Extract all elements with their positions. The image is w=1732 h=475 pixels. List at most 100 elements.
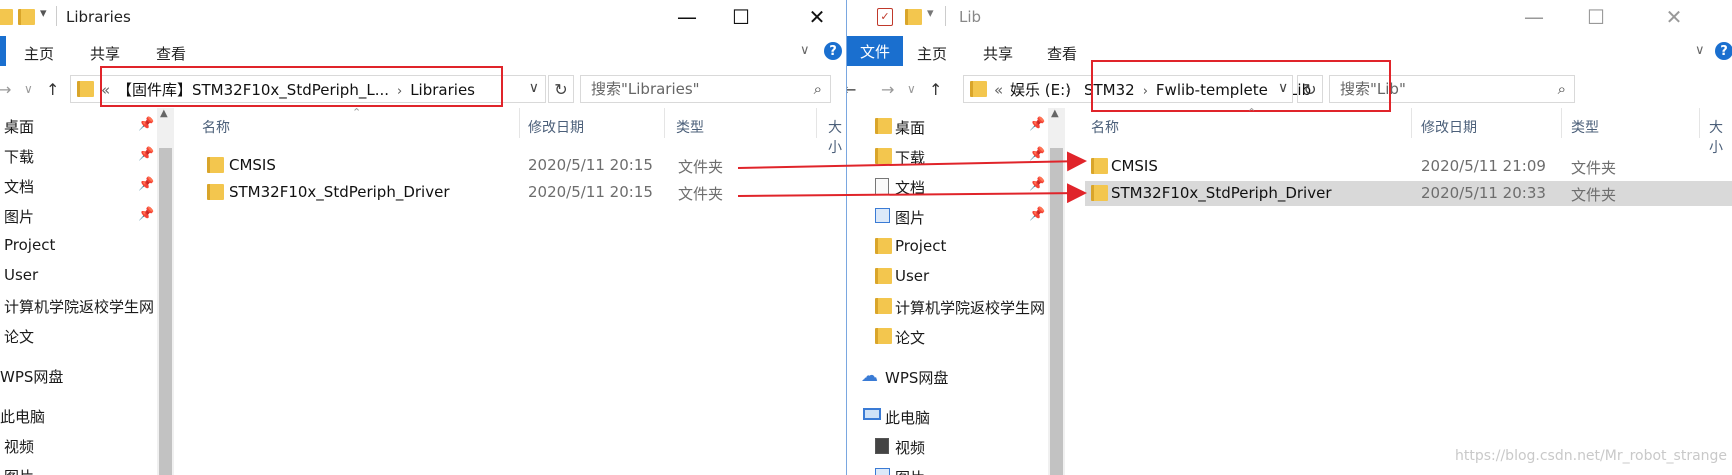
- file-tab-edge[interactable]: [0, 36, 6, 66]
- column-divider[interactable]: [519, 108, 520, 138]
- nav-item-videos[interactable]: 视频: [895, 437, 925, 458]
- file-row[interactable]: CMSIS 2020/5/11 21:09 文件夹: [1085, 154, 1732, 179]
- file-row[interactable]: STM32F10x_StdPeriph_Driver 2020/5/11 20:…: [195, 180, 755, 205]
- right-navigation-pane: 桌面 📌 下载 📌 文档 📌 图片 📌 Project User 计算机学院返校…: [847, 108, 1047, 475]
- col-header-date[interactable]: 修改日期: [1421, 117, 1477, 137]
- breadcrumb-chevron-icon[interactable]: ›: [1066, 76, 1071, 104]
- back-icon[interactable]: ←: [847, 80, 856, 99]
- pin-icon[interactable]: 📌: [1029, 117, 1045, 132]
- refresh-button[interactable]: ↻: [548, 75, 574, 103]
- ribbon-expand-icon[interactable]: ∨: [1695, 43, 1705, 58]
- tab-view[interactable]: 查看: [1047, 43, 1077, 64]
- nav-item-pictures-pc[interactable]: 图片: [4, 466, 34, 475]
- properties-icon[interactable]: ✓: [877, 8, 893, 26]
- nav-item-folder[interactable]: 计算机学院返校学生网: [895, 297, 1045, 318]
- nav-item-pictures[interactable]: 图片: [4, 206, 34, 227]
- nav-item-wps-cloud[interactable]: WPS网盘: [0, 366, 63, 387]
- nav-scrollbar[interactable]: ▲: [1048, 108, 1065, 475]
- address-overflow[interactable]: «: [994, 76, 1003, 104]
- file-row[interactable]: CMSIS 2020/5/11 20:15 文件夹: [195, 153, 755, 178]
- col-header-type[interactable]: 类型: [676, 117, 704, 137]
- recent-dropdown-icon[interactable]: ∨: [24, 82, 33, 96]
- nav-item-pictures[interactable]: 图片: [895, 207, 925, 228]
- file-type: 文件夹: [1571, 159, 1617, 177]
- maximize-button[interactable]: ☐: [714, 0, 768, 34]
- tab-file[interactable]: 文件: [847, 36, 903, 66]
- close-button[interactable]: ✕: [1647, 0, 1701, 34]
- tab-view[interactable]: 查看: [156, 43, 186, 64]
- column-divider[interactable]: [816, 108, 817, 138]
- minimize-button[interactable]: —: [1507, 0, 1561, 34]
- qa-dropdown-icon[interactable]: ▾: [40, 6, 47, 21]
- nav-item-project[interactable]: Project: [4, 236, 55, 254]
- pin-icon[interactable]: 📌: [138, 147, 154, 162]
- ribbon-expand-icon[interactable]: ∨: [800, 43, 810, 58]
- nav-item-this-pc[interactable]: 此电脑: [0, 406, 45, 427]
- pictures-icon: [875, 468, 890, 475]
- nav-item-this-pc[interactable]: 此电脑: [885, 407, 930, 428]
- nav-item-wps-cloud[interactable]: WPS网盘: [885, 367, 948, 388]
- column-divider[interactable]: [1411, 108, 1412, 138]
- search-input[interactable]: [589, 79, 788, 99]
- nav-item-papers[interactable]: 论文: [4, 326, 34, 347]
- nav-item-folder[interactable]: 计算机学院返校学生网: [4, 296, 156, 317]
- address-dropdown-icon[interactable]: ∨: [529, 80, 539, 96]
- column-divider[interactable]: [1561, 108, 1562, 138]
- nav-item-project[interactable]: Project: [895, 237, 946, 255]
- pin-icon[interactable]: 📌: [1029, 207, 1045, 222]
- col-header-size[interactable]: 大小: [828, 117, 845, 157]
- nav-item-documents[interactable]: 文档: [4, 176, 34, 197]
- col-header-date[interactable]: 修改日期: [528, 117, 584, 137]
- pin-icon[interactable]: 📌: [1029, 177, 1045, 192]
- nav-item-desktop[interactable]: 桌面: [895, 117, 925, 138]
- help-icon[interactable]: ?: [824, 42, 842, 60]
- search-icon[interactable]: ⌕: [814, 80, 822, 98]
- nav-item-papers[interactable]: 论文: [895, 327, 925, 348]
- up-icon[interactable]: ↑: [46, 80, 59, 99]
- pin-icon[interactable]: 📌: [138, 207, 154, 222]
- pin-icon[interactable]: 📌: [138, 177, 154, 192]
- col-header-type[interactable]: 类型: [1571, 117, 1599, 137]
- col-header-name[interactable]: 名称: [202, 117, 230, 137]
- nav-item-user[interactable]: User: [4, 266, 38, 284]
- search-box[interactable]: ⌕: [580, 75, 831, 103]
- scroll-up-icon[interactable]: ▲: [1051, 108, 1059, 119]
- search-icon[interactable]: ⌕: [1558, 80, 1566, 98]
- nav-scrollbar[interactable]: ▲: [157, 108, 174, 475]
- recent-dropdown-icon[interactable]: ∨: [907, 82, 916, 96]
- nav-item-pictures-pc[interactable]: 图片: [895, 467, 925, 475]
- quick-access-icon[interactable]: [0, 9, 13, 29]
- breadcrumb-drive[interactable]: 娱乐 (E:): [1010, 76, 1071, 104]
- minimize-button[interactable]: —: [660, 0, 714, 34]
- scroll-up-icon[interactable]: ▲: [160, 108, 168, 119]
- qa-dropdown-icon[interactable]: ▾: [927, 6, 934, 21]
- tab-home[interactable]: 主页: [917, 43, 947, 64]
- up-icon[interactable]: ↑: [929, 80, 942, 99]
- column-divider[interactable]: [1699, 108, 1700, 138]
- close-button[interactable]: ✕: [790, 0, 844, 34]
- file-row-selected[interactable]: STM32F10x_StdPeriph_Driver 2020/5/11 20:…: [1085, 181, 1732, 206]
- col-header-name[interactable]: 名称: [1091, 117, 1119, 137]
- nav-item-downloads[interactable]: 下载: [4, 146, 34, 167]
- nav-item-documents[interactable]: 文档: [895, 177, 925, 198]
- pin-icon[interactable]: 📌: [138, 117, 154, 132]
- nav-item-downloads[interactable]: 下载: [895, 147, 925, 168]
- tab-share[interactable]: 共享: [90, 43, 120, 64]
- file-name: CMSIS: [1111, 157, 1158, 175]
- pin-icon[interactable]: 📌: [1029, 147, 1045, 162]
- scroll-thumb[interactable]: [1050, 148, 1063, 475]
- scroll-thumb[interactable]: [159, 148, 172, 475]
- nav-item-videos[interactable]: 视频: [4, 436, 34, 457]
- col-header-size[interactable]: 大小: [1709, 117, 1725, 157]
- nav-item-desktop[interactable]: 桌面: [4, 116, 34, 137]
- forward-icon[interactable]: →: [0, 80, 11, 99]
- forward-icon[interactable]: →: [881, 80, 894, 99]
- nav-item-user[interactable]: User: [895, 267, 929, 285]
- maximize-button[interactable]: ☐: [1569, 0, 1623, 34]
- desktop-folder-icon: [875, 118, 892, 138]
- folder-icon: [875, 268, 892, 288]
- column-divider[interactable]: [664, 108, 665, 138]
- tab-home[interactable]: 主页: [24, 43, 54, 64]
- help-icon[interactable]: ?: [1715, 42, 1732, 60]
- tab-share[interactable]: 共享: [983, 43, 1013, 64]
